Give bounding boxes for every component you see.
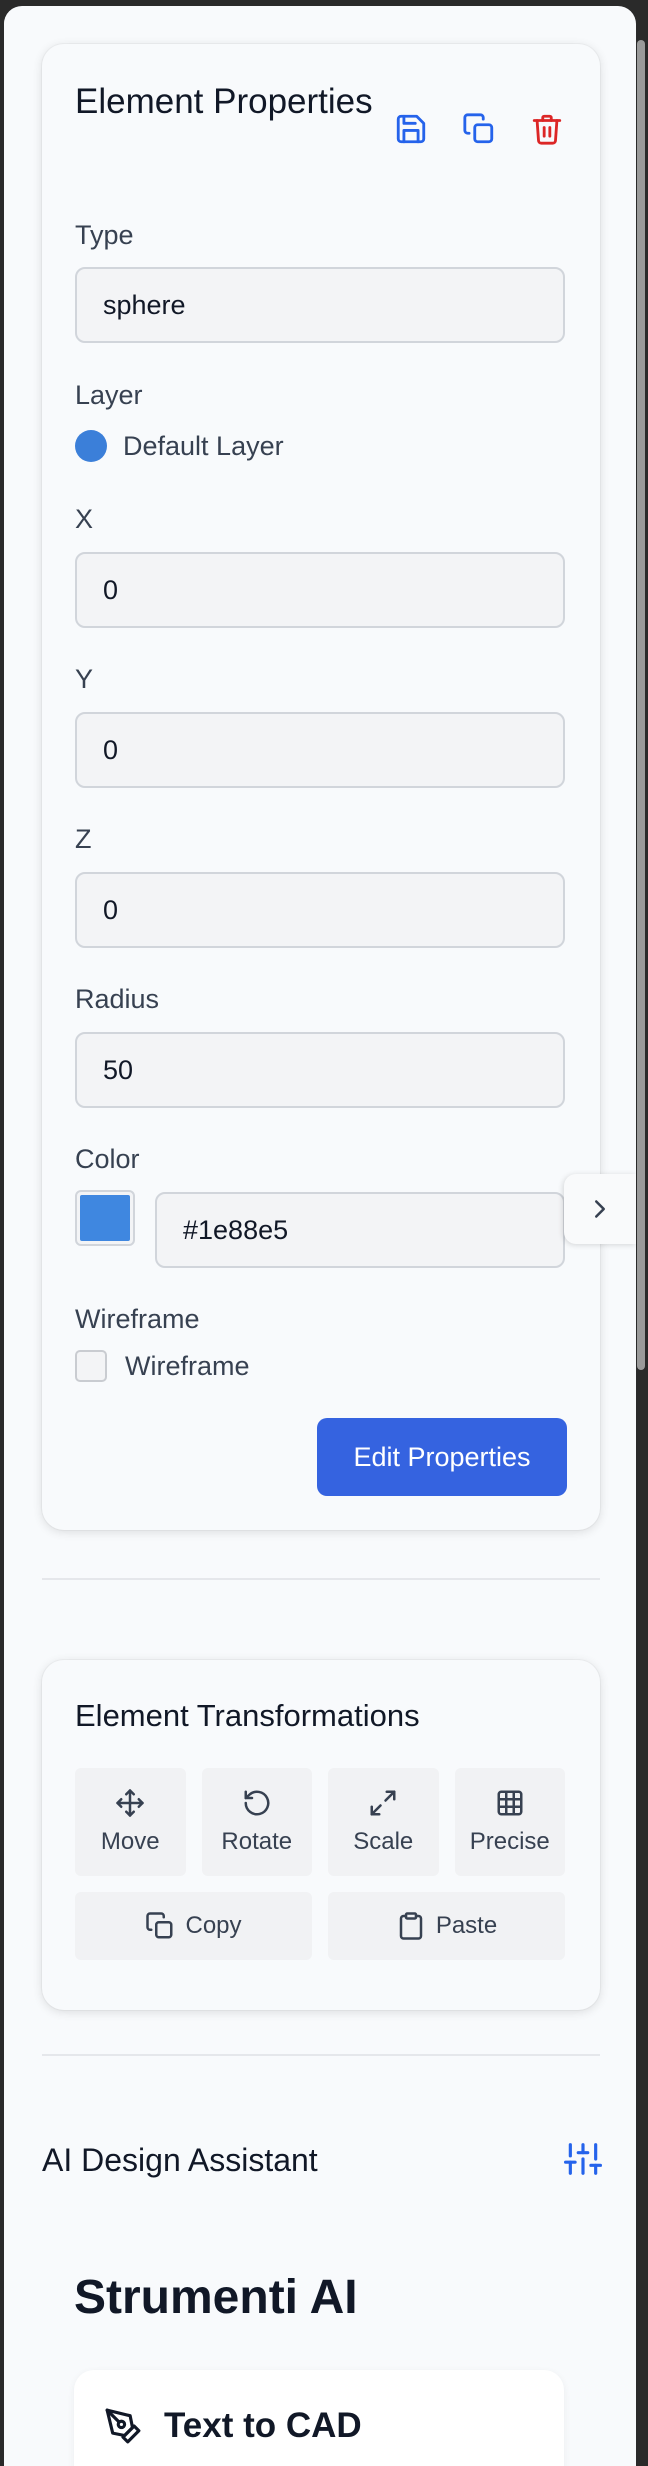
duplicate-icon[interactable] <box>462 112 496 146</box>
layer-name: Default Layer <box>123 430 284 461</box>
sliders-icon[interactable] <box>564 2140 602 2178</box>
scrollbar[interactable] <box>636 0 648 2466</box>
save-icon[interactable] <box>394 112 428 146</box>
move-button[interactable]: Move <box>75 1768 186 1876</box>
rotate-icon <box>244 1790 270 1816</box>
precise-label: Precise <box>469 1828 550 1855</box>
wireframe-label: Wireframe <box>75 1304 200 1334</box>
header-actions <box>394 112 564 146</box>
text-to-cad-card[interactable]: Text to CAD <box>74 2370 564 2466</box>
text-to-cad-header: Text to CAD <box>104 2406 362 2446</box>
radius-field[interactable]: 50 <box>75 1032 565 1108</box>
copy-button[interactable]: Copy <box>75 1892 312 1960</box>
paste-label: Paste <box>435 1912 498 1939</box>
color-hex-field[interactable]: #1e88e5 <box>155 1192 565 1268</box>
ai-assistant-title: AI Design Assistant <box>42 2142 318 2178</box>
pen-tool-icon <box>105 2408 141 2444</box>
scale-icon <box>370 1790 396 1816</box>
y-label: Y <box>75 664 94 694</box>
chevron-right-icon <box>595 1200 605 1218</box>
move-icon <box>116 1789 144 1817</box>
color-label: Color <box>75 1144 140 1174</box>
rotate-label: Rotate <box>221 1828 293 1855</box>
x-field[interactable]: 0 <box>75 552 565 628</box>
type-field[interactable]: sphere <box>75 267 565 343</box>
layer-color-dot <box>75 430 107 462</box>
trash-icon[interactable] <box>530 112 564 146</box>
brand-title: Strumenti AI <box>74 2271 358 2324</box>
properties-sidebar: Element Properties Type sphere Layer Def… <box>4 6 636 2466</box>
x-label: X <box>75 504 94 534</box>
type-label: Type <box>75 220 134 250</box>
layer-indicator: Default Layer <box>75 430 284 462</box>
transform-tools: Move Rotate Scale Precise <box>75 1768 565 1876</box>
color-picker[interactable] <box>75 1190 135 1246</box>
element-transformations-card: Element Transformations Move Rotate Scal… <box>42 1660 600 2010</box>
wireframe-checkbox[interactable] <box>75 1350 107 1382</box>
clipboard-tools: Copy Paste <box>75 1892 565 1960</box>
wireframe-checkbox-label: Wireframe <box>125 1350 250 1381</box>
edit-properties-button[interactable]: Edit Properties <box>317 1418 567 1496</box>
z-field[interactable]: 0 <box>75 872 565 948</box>
move-label: Move <box>100 1828 160 1855</box>
section-divider <box>42 2054 600 2056</box>
scrollbar-thumb[interactable] <box>637 40 645 1370</box>
transformations-title: Element Transformations <box>75 1698 420 1733</box>
layer-label: Layer <box>75 380 143 410</box>
z-label: Z <box>75 824 92 854</box>
collapse-panel-button[interactable] <box>564 1174 636 1244</box>
color-swatch <box>80 1195 130 1241</box>
copy-icon <box>146 1912 173 1939</box>
grid-icon <box>497 1790 523 1816</box>
panel-title: Element Properties <box>75 82 373 121</box>
radius-label: Radius <box>75 984 160 1014</box>
text-to-cad-label: Text to CAD <box>164 2406 362 2445</box>
copy-label: Copy <box>185 1912 242 1939</box>
rotate-button[interactable]: Rotate <box>201 1768 312 1876</box>
scale-button[interactable]: Scale <box>328 1768 439 1876</box>
panel-edge <box>4 6 14 76</box>
paste-button[interactable]: Paste <box>328 1892 565 1960</box>
y-field[interactable]: 0 <box>75 712 565 788</box>
wireframe-toggle[interactable]: Wireframe <box>75 1350 250 1382</box>
element-properties-card: Element Properties Type sphere Layer Def… <box>42 44 600 1530</box>
scale-label: Scale <box>353 1828 414 1855</box>
clipboard-icon <box>399 1912 423 1940</box>
section-divider <box>42 1578 600 1580</box>
precise-button[interactable]: Precise <box>454 1768 565 1876</box>
